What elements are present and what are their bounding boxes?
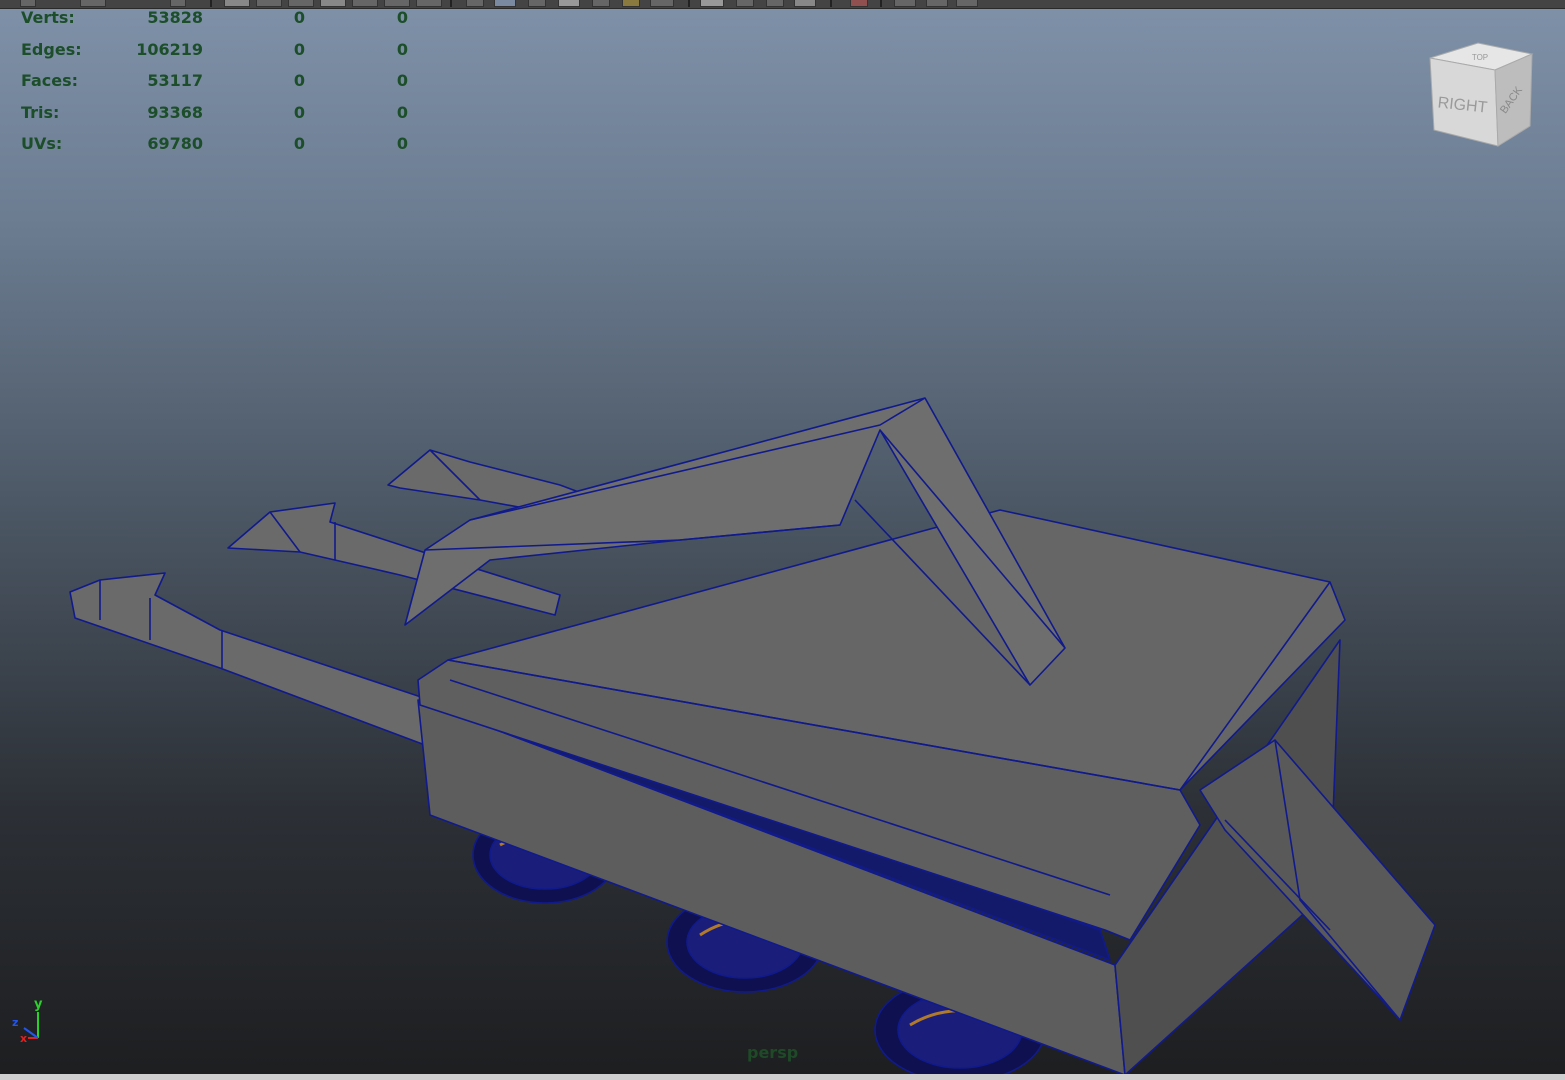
- axis-x-label: x: [20, 1032, 27, 1045]
- hud-value-component: 0: [396, 40, 408, 59]
- axis-z-label: z: [12, 1016, 18, 1029]
- hud-label: Tris:: [21, 103, 60, 122]
- axis-y-label: y: [34, 997, 43, 1012]
- viewport-bottom-border: [0, 1074, 1565, 1080]
- hud-label: UVs:: [21, 134, 63, 153]
- axis-gizmo: y z x: [12, 997, 43, 1045]
- hud-label: Edges:: [21, 40, 82, 59]
- hud-value-selected: 0: [293, 134, 305, 153]
- hud-value-selected: 0: [293, 8, 305, 27]
- hud-value-component: 0: [396, 103, 408, 122]
- hud-value-component: 0: [396, 134, 408, 153]
- perspective-viewport[interactable]: Verts: 53828 0 0 Edges: 106219 0 0 Faces…: [0, 0, 1565, 1080]
- hud-value-selected: 0: [293, 40, 305, 59]
- hud-value-component: 0: [396, 71, 408, 90]
- hud-value-total: 69780: [147, 134, 203, 153]
- hud-value-total: 53828: [147, 8, 203, 27]
- hud-value-total: 106219: [136, 40, 203, 59]
- hud-value-total: 53117: [147, 71, 203, 90]
- viewcube-top-label: TOP: [1472, 53, 1488, 62]
- trailer-model[interactable]: [0, 0, 1565, 1080]
- hud-label: Faces:: [21, 71, 79, 90]
- hud-value-total: 93368: [147, 103, 203, 122]
- hud-value-component: 0: [396, 8, 408, 27]
- viewcube[interactable]: TOP RIGHT BACK: [1420, 38, 1540, 158]
- hud-value-selected: 0: [293, 71, 305, 90]
- hud-label: Verts:: [21, 8, 75, 27]
- hud-value-selected: 0: [293, 103, 305, 122]
- camera-name-label: persp: [747, 1043, 799, 1062]
